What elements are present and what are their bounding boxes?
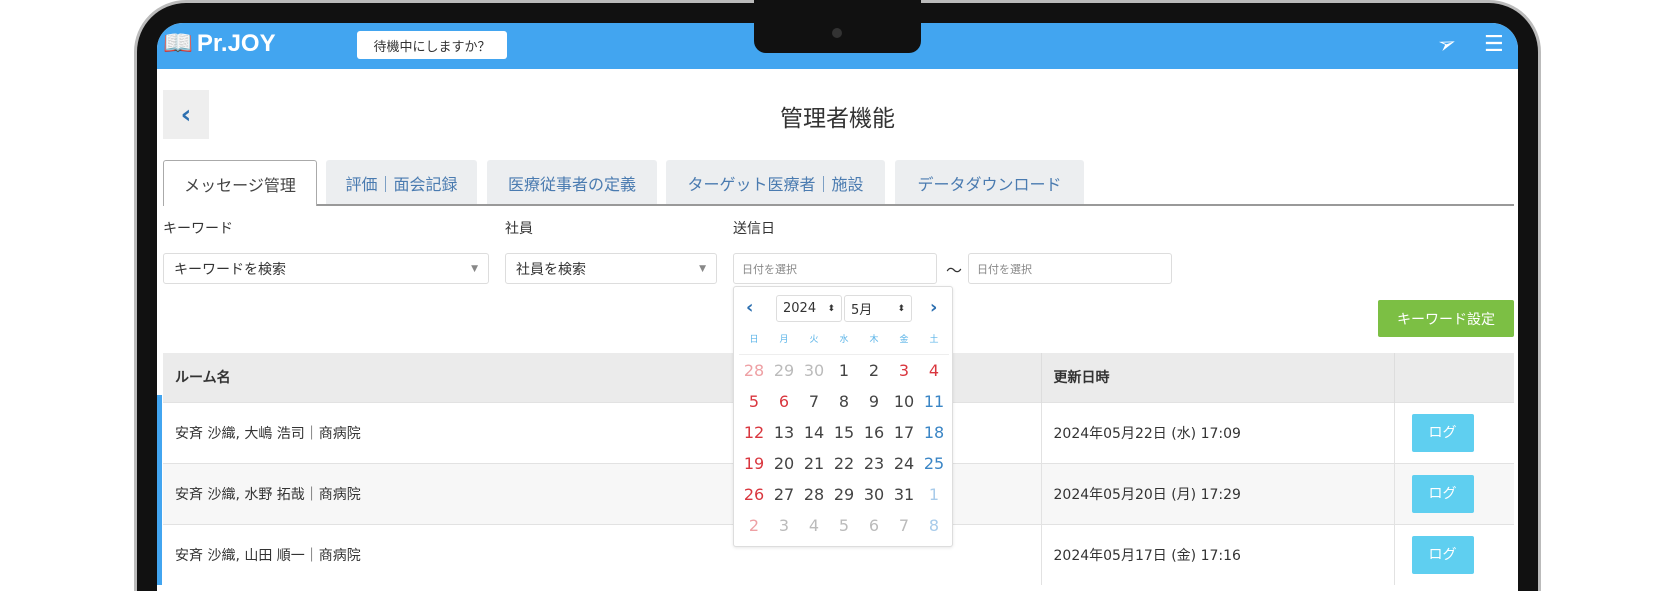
keyword-settings-button[interactable]: キーワード設定 (1378, 300, 1514, 337)
weekday-label: 木 (869, 335, 879, 345)
menu-icon[interactable]: ☰ (1484, 32, 1504, 57)
logo-text: Pr.JOY (196, 29, 276, 57)
camera (832, 28, 842, 38)
calendar-day[interactable]: 3 (889, 361, 919, 380)
standby-button[interactable]: 待機中にしますか？ (357, 31, 507, 59)
calendar-day[interactable]: 20 (769, 454, 799, 473)
tab-evaluation-records[interactable]: 評価｜面会記録 (326, 160, 477, 205)
calendar-day[interactable]: 24 (889, 454, 919, 473)
updated-at: 2024年05月22日 (水) 17:09 (1041, 401, 1395, 463)
calendar-day[interactable]: 22 (829, 454, 859, 473)
calendar-day[interactable]: 23 (859, 454, 889, 473)
weekday-label: 水 (839, 335, 849, 345)
weekday-label: 日 (749, 335, 759, 345)
weekday-row: 日月火水木金土 (739, 332, 949, 345)
calendar-day[interactable]: 19 (739, 454, 769, 473)
keyword-select[interactable]: キーワードを検索 ▼ (163, 253, 489, 284)
calendar-days: 28 29 30 1 2 3 4 5 6 7 8 9 10 11 12 13 14 15 16 17 18 19 20 21 2… (739, 354, 949, 541)
calendar-day[interactable]: 4 (799, 516, 829, 535)
calendar-day[interactable]: 8 (829, 392, 859, 411)
calendar-day[interactable]: 5 (739, 392, 769, 411)
calendar-day[interactable]: 25 (919, 454, 949, 473)
calendar-day[interactable]: 6 (859, 516, 889, 535)
sort-icon: ⬍ (827, 303, 835, 314)
send-icon[interactable]: ➢ (1434, 30, 1460, 60)
year-select[interactable]: 2024 ⬍ (776, 295, 842, 322)
device-notch (754, 0, 921, 53)
employee-label: 社員 (505, 221, 533, 237)
calendar-day[interactable]: 9 (859, 392, 889, 411)
page-title: 管理者機能 (780, 106, 895, 132)
tab-message-management[interactable]: メッセージ管理 (163, 160, 317, 206)
calendar-day[interactable]: 29 (829, 485, 859, 504)
left-accent-strip (157, 395, 162, 585)
range-tilde: 〜 (946, 261, 963, 280)
calendar-day[interactable]: 1 (829, 361, 859, 380)
updated-at: 2024年05月20日 (月) 17:29 (1041, 462, 1395, 524)
next-month-icon[interactable]: › (930, 297, 937, 318)
calendar-day[interactable]: 14 (799, 423, 829, 442)
calendar-day[interactable]: 17 (889, 423, 919, 442)
calendar-day[interactable]: 11 (919, 392, 949, 411)
calendar-day[interactable]: 7 (799, 392, 829, 411)
calendar-day[interactable]: 21 (799, 454, 829, 473)
calendar-day[interactable]: 30 (799, 361, 829, 380)
weekday-label: 月 (779, 335, 789, 345)
calendar-day[interactable]: 29 (769, 361, 799, 380)
calendar-day[interactable]: 1 (919, 485, 949, 504)
calendar-day[interactable]: 28 (799, 485, 829, 504)
calendar-day[interactable]: 28 (739, 361, 769, 380)
log-button[interactable]: ログ (1411, 535, 1474, 574)
date-from-input[interactable]: 日付を選択 (733, 253, 937, 284)
calendar-day[interactable]: 3 (769, 516, 799, 535)
log-button[interactable]: ログ (1411, 413, 1474, 452)
tab-divider (163, 204, 1514, 206)
send-date-label: 送信日 (733, 221, 775, 237)
keyword-placeholder: キーワードを検索 (174, 261, 286, 278)
calendar-day[interactable]: 13 (769, 423, 799, 442)
calendar-day[interactable]: 5 (829, 516, 859, 535)
calendar-day[interactable]: 4 (919, 361, 949, 380)
month-select[interactable]: 5月 ⬍ (844, 295, 912, 322)
calendar-day[interactable]: 26 (739, 485, 769, 504)
calendar-day[interactable]: 18 (919, 423, 949, 442)
keyword-label: キーワード (163, 221, 233, 237)
calendar-day[interactable]: 2 (739, 516, 769, 535)
calendar-day[interactable]: 7 (889, 516, 919, 535)
col-action (1394, 353, 1514, 402)
calendar-day[interactable]: 6 (769, 392, 799, 411)
calendar-day[interactable]: 15 (829, 423, 859, 442)
calendar-day[interactable]: 27 (769, 485, 799, 504)
book-icon: 📖 (163, 30, 193, 57)
updated-at: 2024年05月17日 (金) 17:16 (1041, 523, 1395, 585)
log-button[interactable]: ログ (1411, 474, 1474, 513)
prev-month-icon[interactable]: ‹ (746, 297, 753, 318)
calendar-day[interactable]: 2 (859, 361, 889, 380)
screen: 📖 Pr.JOY 待機中にしますか？ ➢ ☰ ‹ 管理者機能 メッセージ管理 評価… (157, 23, 1518, 591)
caret-down-icon: ▼ (471, 263, 478, 274)
col-updated[interactable]: 更新日時 (1041, 353, 1395, 402)
date-to-input[interactable]: 日付を選択 (968, 253, 1172, 284)
tab-target-facility[interactable]: ターゲット医療者｜施設 (666, 160, 885, 205)
calendar-day[interactable]: 30 (859, 485, 889, 504)
logo[interactable]: 📖 Pr.JOY (163, 29, 276, 58)
weekday-label: 金 (899, 335, 909, 345)
calendar-day[interactable]: 31 (889, 485, 919, 504)
calendar-day[interactable]: 16 (859, 423, 889, 442)
caret-down-icon: ▼ (699, 263, 706, 274)
date-picker-popup: ‹ 2024 ⬍ 5月 ⬍ › 日月火水木金土 28 29 30 1 2 3 4 5 6 7 8 9 10 1… (733, 286, 953, 547)
employee-placeholder: 社員を検索 (516, 261, 586, 278)
sort-icon: ⬍ (897, 303, 905, 314)
calendar-day[interactable]: 8 (919, 516, 949, 535)
calendar-day[interactable]: 10 (889, 392, 919, 411)
weekday-label: 火 (809, 335, 819, 345)
year-value: 2024 (783, 301, 817, 316)
month-value: 5月 (851, 303, 873, 318)
tab-medical-staff-definition[interactable]: 医療従事者の定義 (487, 160, 657, 205)
weekday-label: 土 (929, 335, 939, 345)
tab-data-download[interactable]: データダウンロード (895, 160, 1084, 205)
calendar-day[interactable]: 12 (739, 423, 769, 442)
employee-select[interactable]: 社員を検索 ▼ (505, 253, 717, 284)
